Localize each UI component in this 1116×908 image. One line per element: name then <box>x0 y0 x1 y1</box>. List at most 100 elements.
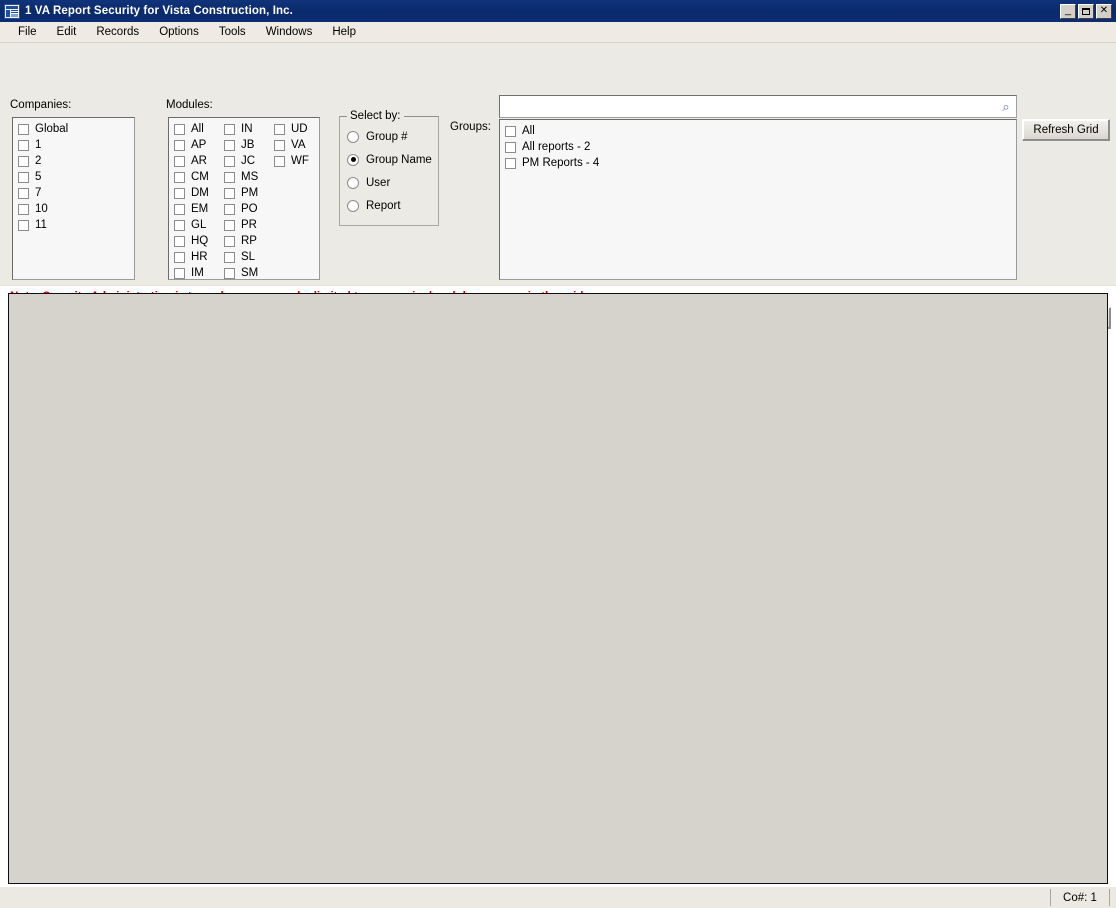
minimize-button[interactable]: _ <box>1060 3 1076 19</box>
menu-item-records[interactable]: Records <box>86 24 149 40</box>
menu-item-tools[interactable]: Tools <box>209 24 256 40</box>
list-item[interactable]: IN <box>219 121 269 137</box>
list-item[interactable]: IM <box>169 265 219 279</box>
checkbox-icon[interactable] <box>274 139 285 151</box>
select-by-title: Select by: <box>347 110 404 122</box>
radio-option-group-name[interactable]: Group Name <box>340 148 438 171</box>
group-search-box[interactable]: ⌕ <box>499 95 1017 118</box>
checkbox-icon[interactable] <box>174 235 185 247</box>
checkbox-icon[interactable] <box>174 155 185 167</box>
report-security-grid[interactable] <box>8 293 1108 884</box>
checkbox-icon[interactable] <box>224 235 235 247</box>
list-item[interactable]: DM <box>169 185 219 201</box>
radio-icon-selected[interactable] <box>347 153 359 166</box>
list-item[interactable]: Global <box>13 121 134 137</box>
radio-option-group-number[interactable]: Group # <box>340 125 438 148</box>
checkbox-icon[interactable] <box>18 155 29 167</box>
refresh-grid-button[interactable]: Refresh Grid <box>1022 119 1110 141</box>
search-input[interactable] <box>500 96 996 117</box>
list-item[interactable]: SL <box>219 249 269 265</box>
list-item[interactable]: JB <box>219 137 269 153</box>
checkbox-icon[interactable] <box>174 219 185 231</box>
list-item[interactable]: PM <box>219 185 269 201</box>
checkbox-icon[interactable] <box>174 171 185 183</box>
checkbox-icon[interactable] <box>174 123 185 135</box>
list-item[interactable]: 2 <box>13 153 134 169</box>
menu-item-file[interactable]: File <box>8 24 47 40</box>
menu-item-windows[interactable]: Windows <box>256 24 323 40</box>
checkbox-icon[interactable] <box>224 171 235 183</box>
list-item[interactable]: PO <box>219 201 269 217</box>
checkbox-icon[interactable] <box>18 139 29 151</box>
list-item[interactable]: 5 <box>13 169 134 185</box>
list-item[interactable]: UD <box>269 121 319 137</box>
checkbox-icon[interactable] <box>224 155 235 167</box>
list-item[interactable]: CM <box>169 169 219 185</box>
radio-icon[interactable] <box>347 130 359 143</box>
checkbox-icon[interactable] <box>224 139 235 151</box>
radio-option-report[interactable]: Report <box>340 194 438 217</box>
list-item-label: UD <box>291 123 308 135</box>
modules-listbox[interactable]: All AP AR CM DM EM GL HQ HR IM IN JB JC … <box>168 117 320 280</box>
list-item[interactable]: 10 <box>13 201 134 217</box>
checkbox-icon[interactable] <box>174 187 185 199</box>
checkbox-icon[interactable] <box>224 267 235 279</box>
menu-item-help[interactable]: Help <box>322 24 366 40</box>
checkbox-icon[interactable] <box>505 125 516 137</box>
list-item[interactable]: HR <box>169 249 219 265</box>
checkbox-icon[interactable] <box>174 251 185 263</box>
checkbox-icon[interactable] <box>224 187 235 199</box>
radio-label: User <box>366 176 391 189</box>
list-item[interactable]: SM <box>219 265 269 279</box>
close-button[interactable]: ✕ <box>1096 3 1112 19</box>
radio-icon[interactable] <box>347 176 359 189</box>
list-item[interactable]: All reports - 2 <box>500 139 1016 155</box>
list-item[interactable]: GL <box>169 217 219 233</box>
checkbox-icon[interactable] <box>174 203 185 215</box>
list-item[interactable]: EM <box>169 201 219 217</box>
maximize-button[interactable] <box>1078 3 1094 19</box>
menu-item-edit[interactable]: Edit <box>47 24 87 40</box>
checkbox-icon[interactable] <box>274 123 285 135</box>
list-item[interactable]: All <box>169 121 219 137</box>
checkbox-icon[interactable] <box>505 157 516 169</box>
checkbox-icon[interactable] <box>174 267 185 279</box>
checkbox-icon[interactable] <box>18 171 29 183</box>
list-item[interactable]: PM Reports - 4 <box>500 155 1016 171</box>
list-item-label: PM Reports - 4 <box>522 157 600 169</box>
checkbox-icon[interactable] <box>274 155 285 167</box>
checkbox-icon[interactable] <box>18 187 29 199</box>
checkbox-icon[interactable] <box>224 123 235 135</box>
list-item[interactable]: WF <box>269 153 319 169</box>
search-icon[interactable]: ⌕ <box>996 99 1016 115</box>
modules-label: Modules: <box>166 99 213 111</box>
list-item[interactable]: AP <box>169 137 219 153</box>
menu-item-options[interactable]: Options <box>149 24 209 40</box>
list-item-label: HQ <box>191 235 209 247</box>
checkbox-icon[interactable] <box>18 219 29 231</box>
list-item[interactable]: RP <box>219 233 269 249</box>
radio-option-user[interactable]: User <box>340 171 438 194</box>
close-icon: ✕ <box>1099 5 1109 16</box>
list-item[interactable]: MS <box>219 169 269 185</box>
groups-listbox[interactable]: All All reports - 2 PM Reports - 4 <box>499 119 1017 280</box>
checkbox-icon[interactable] <box>18 203 29 215</box>
companies-listbox[interactable]: Global 1 2 5 7 10 11 <box>12 117 135 280</box>
checkbox-icon[interactable] <box>18 123 29 135</box>
report-window-icon <box>4 3 20 19</box>
checkbox-icon[interactable] <box>224 251 235 263</box>
checkbox-icon[interactable] <box>224 219 235 231</box>
list-item[interactable]: 11 <box>13 217 134 233</box>
list-item[interactable]: PR <box>219 217 269 233</box>
list-item[interactable]: 7 <box>13 185 134 201</box>
list-item[interactable]: VA <box>269 137 319 153</box>
checkbox-icon[interactable] <box>505 141 516 153</box>
list-item[interactable]: 1 <box>13 137 134 153</box>
list-item[interactable]: HQ <box>169 233 219 249</box>
list-item[interactable]: AR <box>169 153 219 169</box>
list-item[interactable]: JC <box>219 153 269 169</box>
checkbox-icon[interactable] <box>224 203 235 215</box>
radio-icon[interactable] <box>347 199 359 212</box>
checkbox-icon[interactable] <box>174 139 185 151</box>
list-item[interactable]: All <box>500 123 1016 139</box>
